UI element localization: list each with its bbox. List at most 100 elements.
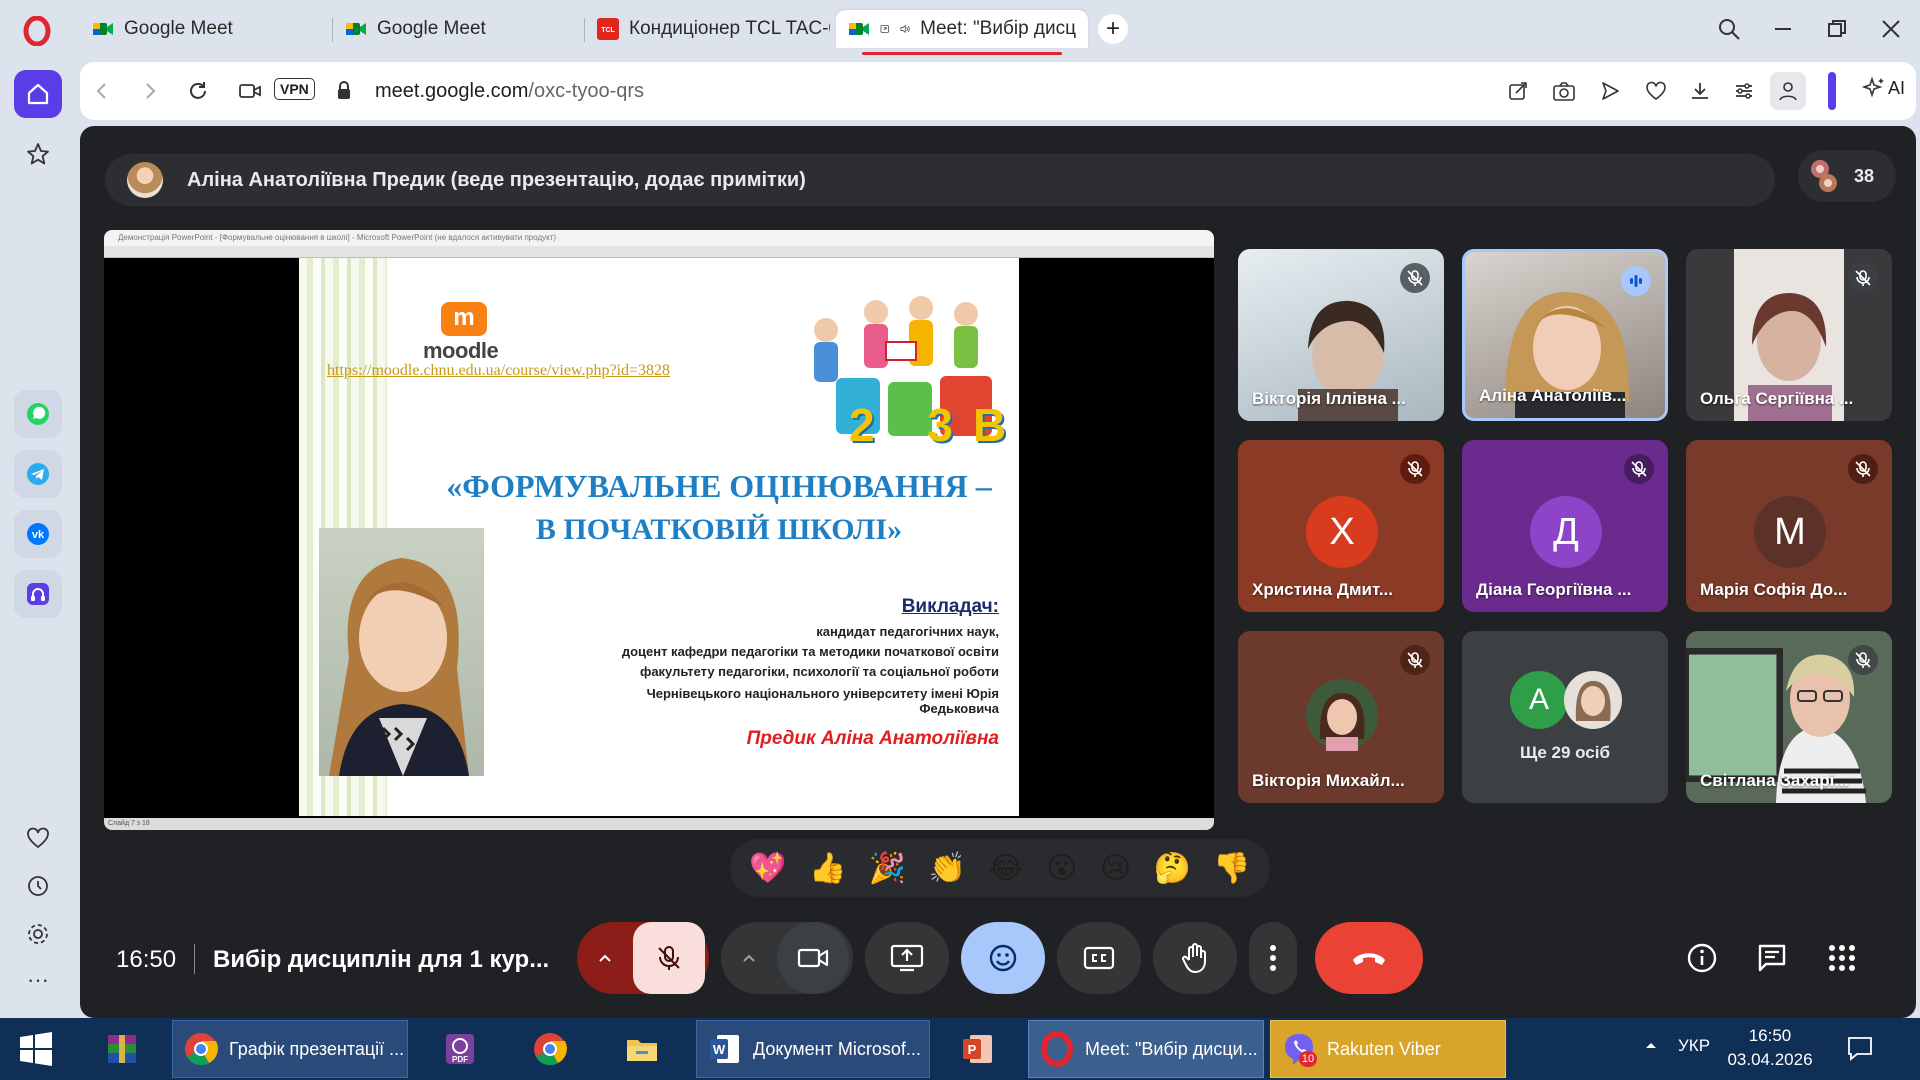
participant-tile[interactable]: Світлана Захарі... <box>1686 631 1892 803</box>
more-participants-tile[interactable]: А Ще 29 осіб <box>1462 631 1668 803</box>
snapshot-camera-icon[interactable] <box>1546 72 1582 110</box>
video-options-chevron-up-icon[interactable] <box>721 922 777 994</box>
participant-initial-avatar: Х <box>1306 496 1378 568</box>
viber-notification-badge: 10 <box>1299 1051 1317 1067</box>
participant-tile[interactable]: Ольга Сергіївна ... <box>1686 249 1892 421</box>
whatsapp-icon[interactable] <box>14 390 62 438</box>
participants-count-button[interactable]: 38 <box>1798 150 1896 202</box>
opera-logo-icon[interactable] <box>22 16 52 46</box>
close-window-icon[interactable] <box>1874 12 1908 46</box>
home-icon[interactable] <box>14 70 62 118</box>
reactions-bar: 💖 👍 🎉 👏 😂 😮 😢 🤔 👎 <box>730 839 1270 897</box>
leave-call-button[interactable] <box>1315 922 1423 994</box>
url-text[interactable]: meet.google.com/oxc-tyoo-qrs <box>375 80 644 103</box>
chat-button[interactable] <box>1746 932 1798 984</box>
presentation-slide: m moodle https://moodle.chnu.edu.ua/cour… <box>299 258 1019 816</box>
settings-gear-icon[interactable] <box>14 910 62 958</box>
tab-google-meet-2[interactable]: Google Meet <box>333 10 578 48</box>
participant-tile[interactable]: М Марія Софія До... <box>1686 440 1892 612</box>
ai-label: AI <box>1888 77 1906 98</box>
history-clock-icon[interactable] <box>14 862 62 910</box>
reaction-thumbs-down-button[interactable]: 👎 <box>1213 851 1250 886</box>
tab-tcl-conditioner[interactable]: TCL Кондиціонер TCL TAC-09 <box>585 10 830 48</box>
notification-center-icon[interactable] <box>1846 1034 1874 1062</box>
more-dots-icon[interactable]: ··· <box>14 956 62 1004</box>
reaction-heart-button[interactable]: 💖 <box>749 851 786 886</box>
camera-button[interactable] <box>777 922 849 994</box>
shared-screen[interactable]: Демонстрація PowerPoint - [Формувальне о… <box>104 230 1214 830</box>
taskbar-item-label: Документ Microsof... <box>753 1038 921 1059</box>
reload-icon[interactable] <box>180 72 216 110</box>
taskbar-opera-meet[interactable]: Meet: "Вибір дисци... <box>1028 1020 1264 1078</box>
more-options-button[interactable] <box>1249 922 1297 994</box>
taskbar-word-document[interactable]: W Документ Microsof... <box>696 1020 930 1078</box>
reaction-laugh-button[interactable]: 😂 <box>989 851 1024 886</box>
tray-show-hidden-icons[interactable] <box>1644 1038 1658 1052</box>
chrome-taskbar-button[interactable] <box>514 1020 586 1078</box>
reaction-thumbs-up-button[interactable]: 👍 <box>809 851 846 886</box>
minimize-icon[interactable] <box>1766 12 1800 46</box>
file-explorer-taskbar-button[interactable] <box>606 1020 678 1078</box>
taskbar-chrome-schedule[interactable]: Графік презентації ... <box>172 1020 408 1078</box>
send-flow-icon[interactable] <box>1592 72 1628 110</box>
tab-search-icon[interactable] <box>1712 12 1746 46</box>
participant-tile[interactable]: Вікторія Михайл... <box>1238 631 1444 803</box>
powerpoint-taskbar-button[interactable]: P <box>942 1020 1014 1078</box>
picture-in-picture-icon[interactable] <box>880 19 890 39</box>
emoji-reactions-button[interactable] <box>961 922 1045 994</box>
winrar-taskbar-button[interactable] <box>86 1020 158 1078</box>
download-icon[interactable] <box>1682 72 1718 110</box>
participant-tile[interactable]: Д Діана Георгіївна ... <box>1462 440 1668 612</box>
pinboards-star-icon[interactable] <box>14 130 62 178</box>
participant-name: Марія Софія До... <box>1700 580 1848 599</box>
back-arrow-icon[interactable] <box>84 72 120 110</box>
vk-icon[interactable]: vk <box>14 510 62 558</box>
vpn-badge[interactable]: VPN <box>274 78 315 100</box>
present-screen-button[interactable] <box>865 922 949 994</box>
sidebar-toggle-bar[interactable] <box>1828 72 1836 110</box>
windows-logo-icon <box>20 1032 52 1066</box>
reaction-thinking-button[interactable]: 🤔 <box>1154 851 1191 886</box>
share-edit-icon[interactable] <box>1500 72 1536 110</box>
slide-title-line1: «ФОРМУВАЛЬНЕ ОЦІНЮВАННЯ – <box>446 468 992 504</box>
favorites-heart-icon[interactable] <box>14 814 62 862</box>
taskbar-viber[interactable]: 10 Rakuten Viber <box>1270 1020 1506 1078</box>
opera-sidebar: vk ··· <box>0 58 76 1018</box>
reaction-sad-button[interactable]: 😢 <box>1100 851 1131 886</box>
audio-options-chevron-up-icon[interactable] <box>577 922 633 994</box>
reaction-surprised-button[interactable]: 😮 <box>1046 851 1077 886</box>
ai-button[interactable]: AI <box>1862 76 1905 100</box>
activities-button[interactable] <box>1816 932 1868 984</box>
captions-button[interactable] <box>1057 922 1141 994</box>
new-tab-plus-icon[interactable]: + <box>1098 14 1128 44</box>
microphone-off-button[interactable] <box>633 922 705 994</box>
participant-tile-speaking[interactable]: Аліна Анатоліїв... <box>1462 249 1668 421</box>
participant-tile[interactable]: Х Христина Дмит... <box>1238 440 1444 612</box>
pdf-app-taskbar-button[interactable]: PDF <box>424 1020 496 1078</box>
camera-access-icon[interactable] <box>232 72 268 110</box>
reaction-party-button[interactable]: 🎉 <box>869 851 906 886</box>
tray-language[interactable]: УКР <box>1678 1036 1710 1056</box>
profile-icon[interactable] <box>1770 72 1806 110</box>
lock-icon[interactable] <box>326 72 362 110</box>
moodle-logo-text: moodle <box>423 338 499 363</box>
tab-google-meet-1[interactable]: Google Meet <box>80 10 325 48</box>
participant-initial-avatar: Д <box>1530 496 1602 568</box>
restore-icon[interactable] <box>1820 12 1854 46</box>
raise-hand-button[interactable] <box>1153 922 1237 994</box>
speaker-icon[interactable] <box>900 19 911 39</box>
meeting-details-button[interactable] <box>1676 932 1728 984</box>
tab-label: Google Meet <box>377 18 486 39</box>
music-player-icon[interactable] <box>14 570 62 618</box>
slide-title-line2: В ПОЧАТКОВІЙ ШКОЛІ» <box>535 513 903 546</box>
forward-arrow-icon[interactable] <box>132 72 168 110</box>
tray-clock[interactable]: 16:50 03.04.2026 <box>1720 1024 1820 1072</box>
start-button[interactable] <box>6 1020 66 1078</box>
telegram-icon[interactable] <box>14 450 62 498</box>
tab-meet-active[interactable]: Meet: "Вибір дисц <box>836 10 1088 48</box>
bookmark-heart-icon[interactable] <box>1638 72 1674 110</box>
participant-tile[interactable]: Вікторія Іллівна ... <box>1238 249 1444 421</box>
reaction-clap-button[interactable]: 👏 <box>929 851 966 886</box>
mic-off-icon <box>658 946 680 970</box>
easy-setup-icon[interactable] <box>1726 72 1762 110</box>
